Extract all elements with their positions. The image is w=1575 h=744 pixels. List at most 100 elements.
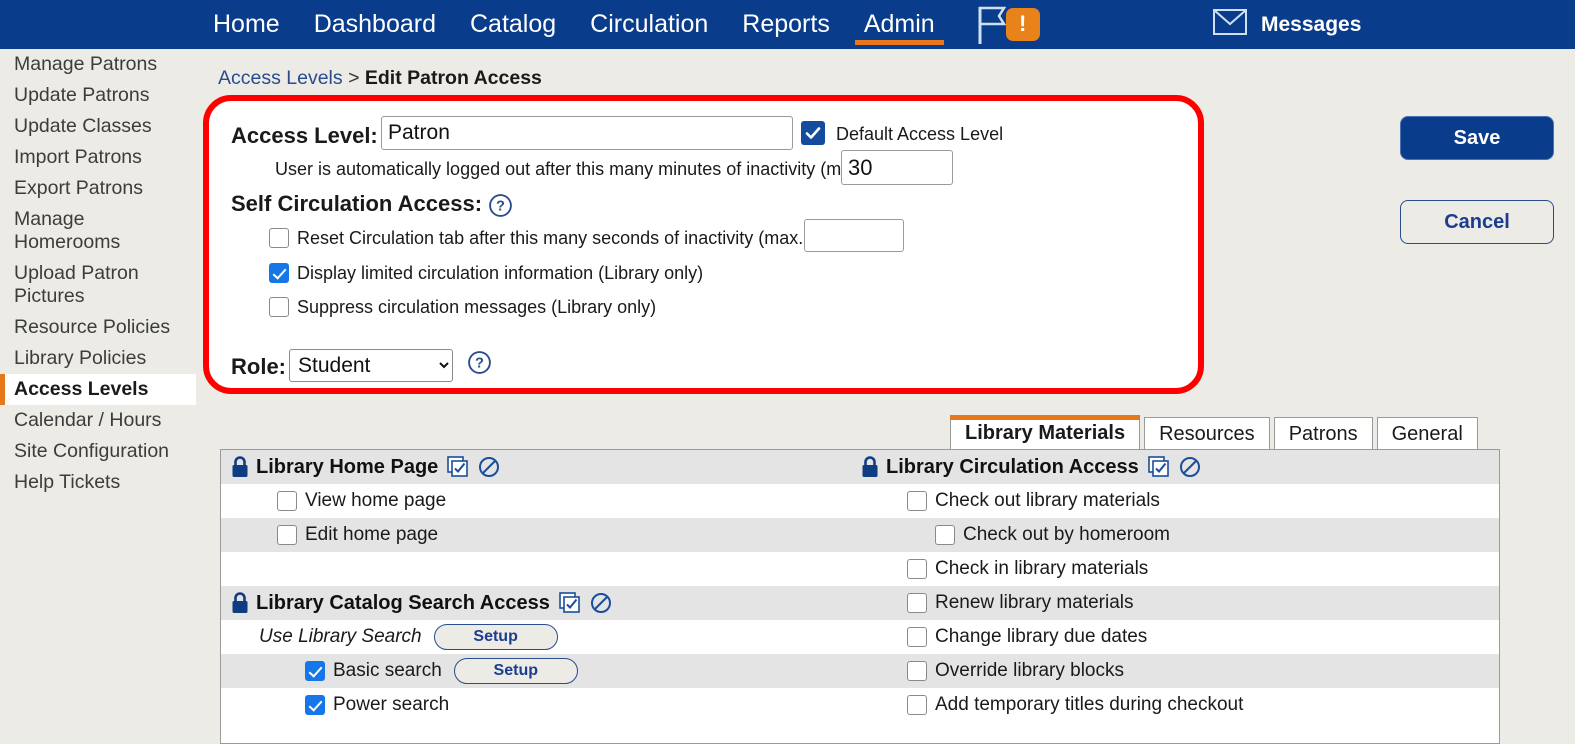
top-navigation-bar: Home Dashboard Catalog Circulation Repor… <box>0 0 1575 49</box>
envelope-icon[interactable] <box>1213 9 1247 40</box>
access-level-input[interactable] <box>381 116 793 150</box>
display-limited-info-label: Display limited circulation information … <box>297 263 704 283</box>
clear-all-icon[interactable] <box>478 456 500 478</box>
reset-circulation-row: Reset Circulation tab after this many se… <box>269 228 854 249</box>
nav-item-catalog[interactable]: Catalog <box>453 0 573 49</box>
main-content: Access Levels > Edit Patron Access Acces… <box>196 49 1575 744</box>
edit-patron-access-form-highlight: Access Level: Default Access Level User … <box>203 95 1204 394</box>
permission-add-temporary-titles: Add temporary titles during checkout <box>861 688 1243 722</box>
permission-label: Check out library materials <box>935 490 1160 511</box>
tab-patrons[interactable]: Patrons <box>1273 417 1373 451</box>
lock-icon <box>861 456 879 478</box>
permission-power-search: Power search <box>231 688 449 722</box>
messages-group[interactable]: Messages <box>1213 0 1361 49</box>
nav-label: Admin <box>863 10 935 38</box>
section-library-circulation-access: Library Circulation Access <box>861 450 1201 484</box>
nav-item-circulation[interactable]: Circulation <box>573 0 725 49</box>
sidebar-item-label: Help Tickets <box>14 471 121 493</box>
permission-check-in-library-materials: Check in library materials <box>861 552 1148 586</box>
svg-text:?: ? <box>475 356 484 372</box>
check-all-icon[interactable] <box>559 592 581 614</box>
alert-badge[interactable]: ! <box>1005 7 1040 41</box>
default-access-level-checkbox[interactable] <box>801 121 825 145</box>
breadcrumb-parent-link[interactable]: Access Levels <box>218 67 343 89</box>
permission-tabs: Library Materials Resources Patrons Gene… <box>950 415 1482 451</box>
timeout-description: User is automatically logged out after t… <box>275 159 912 179</box>
sidebar-item-site-configuration[interactable]: Site Configuration <box>0 436 196 467</box>
sidebar-item-label: Update Patrons <box>14 84 150 106</box>
sidebar-item-calendar-hours[interactable]: Calendar / Hours <box>0 405 196 436</box>
permission-renew-library-materials: Renew library materials <box>861 586 1134 620</box>
nav-item-dashboard[interactable]: Dashboard <box>297 0 453 49</box>
permission-label: Use Library Search <box>259 626 422 647</box>
tab-label: Library Materials <box>965 422 1126 444</box>
sidebar: Manage Patrons Update Patrons Update Cla… <box>0 49 196 744</box>
sidebar-item-library-policies[interactable]: Library Policies <box>0 343 196 374</box>
tab-resources[interactable]: Resources <box>1144 417 1270 451</box>
setup-button-use-library-search[interactable]: Setup <box>433 624 558 650</box>
permission-checkbox[interactable] <box>277 491 297 511</box>
flag-alert-group[interactable]: ! <box>974 2 1048 48</box>
nav-item-reports[interactable]: Reports <box>725 0 847 49</box>
breadcrumb-separator: > <box>348 67 360 89</box>
permission-checkbox[interactable] <box>907 491 927 511</box>
section-title: Library Catalog Search Access <box>256 591 550 614</box>
sidebar-item-upload-patron-pictures[interactable]: Upload Patron Pictures <box>0 258 196 312</box>
lock-icon <box>231 592 249 614</box>
permission-checkbox[interactable] <box>907 661 927 681</box>
permission-checkbox[interactable] <box>907 559 927 579</box>
permission-checkbox[interactable] <box>305 661 325 681</box>
permission-checkbox[interactable] <box>907 627 927 647</box>
check-all-icon[interactable] <box>447 456 469 478</box>
cancel-button[interactable]: Cancel <box>1400 200 1554 244</box>
sidebar-item-export-patrons[interactable]: Export Patrons <box>0 173 196 204</box>
suppress-messages-checkbox[interactable] <box>269 297 289 317</box>
permission-edit-home-page: Edit home page <box>231 518 438 552</box>
permission-label: Renew library materials <box>935 592 1134 613</box>
timeout-minutes-input[interactable] <box>841 150 953 185</box>
tab-library-materials[interactable]: Library Materials <box>950 415 1141 451</box>
role-select[interactable]: Student <box>289 349 453 382</box>
display-limited-info-checkbox[interactable] <box>269 263 289 283</box>
help-icon[interactable]: ? <box>467 350 492 375</box>
help-icon[interactable]: ? <box>488 193 513 218</box>
clear-all-icon[interactable] <box>590 592 612 614</box>
permission-check-out-library-materials: Check out library materials <box>861 484 1160 518</box>
permissions-panel: Library Home Page View home page Edit ho… <box>220 449 1500 744</box>
sidebar-item-manage-patrons[interactable]: Manage Patrons <box>0 49 196 80</box>
section-title: Library Circulation Access <box>886 455 1139 478</box>
permission-checkbox[interactable] <box>907 593 927 613</box>
suppress-messages-label: Suppress circulation messages (Library o… <box>297 297 657 317</box>
nav-item-admin[interactable]: Admin <box>847 0 952 49</box>
sidebar-item-import-patrons[interactable]: Import Patrons <box>0 142 196 173</box>
sidebar-item-access-levels[interactable]: Access Levels <box>0 374 196 405</box>
reset-circulation-seconds-input[interactable] <box>804 219 904 252</box>
save-button[interactable]: Save <box>1400 116 1554 160</box>
check-all-icon[interactable] <box>1147 456 1170 478</box>
clear-all-icon[interactable] <box>1179 456 1201 478</box>
sidebar-item-update-patrons[interactable]: Update Patrons <box>0 80 196 111</box>
permission-change-library-due-dates: Change library due dates <box>861 620 1147 654</box>
sidebar-item-label: Calendar / Hours <box>14 409 162 431</box>
sidebar-item-resource-policies[interactable]: Resource Policies <box>0 312 196 343</box>
permission-checkbox[interactable] <box>277 525 297 545</box>
sidebar-item-help-tickets[interactable]: Help Tickets <box>0 467 196 498</box>
permission-checkbox[interactable] <box>935 525 955 545</box>
nav-item-home[interactable]: Home <box>196 0 297 49</box>
sidebar-item-update-classes[interactable]: Update Classes <box>0 111 196 142</box>
permission-label: Power search <box>333 694 450 715</box>
suppress-messages-row: Suppress circulation messages (Library o… <box>269 297 656 318</box>
permission-checkbox[interactable] <box>305 695 325 715</box>
setup-button-basic-search[interactable]: Setup <box>453 658 578 684</box>
tab-general[interactable]: General <box>1376 417 1478 451</box>
role-label: Role: <box>231 354 286 379</box>
permission-use-library-search: Use Library Search Setup <box>231 620 558 654</box>
sidebar-item-manage-homerooms[interactable]: Manage Homerooms <box>0 204 196 258</box>
tab-label: Resources <box>1159 423 1255 445</box>
permission-label: Edit home page <box>305 524 439 545</box>
sidebar-item-label: Library Policies <box>14 347 147 369</box>
sidebar-item-label: Upload Patron Pictures <box>14 262 139 307</box>
reset-circulation-checkbox[interactable] <box>269 228 289 248</box>
section-library-catalog-search-access: Library Catalog Search Access <box>231 586 612 620</box>
permission-checkbox[interactable] <box>907 695 927 715</box>
